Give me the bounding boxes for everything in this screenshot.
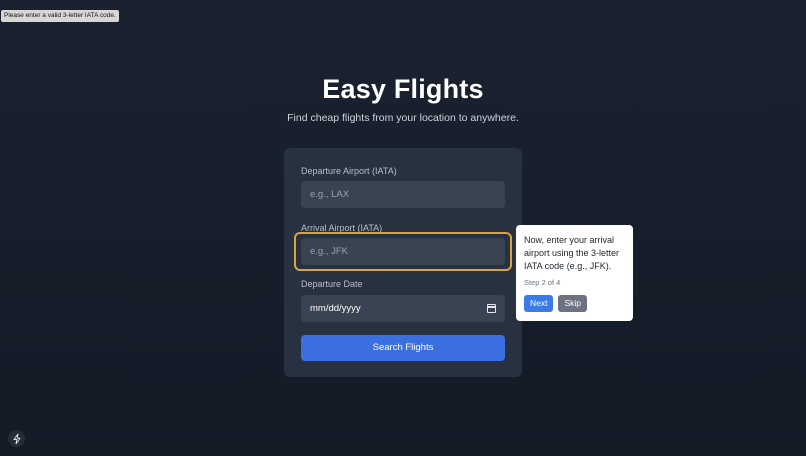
- departure-date-input[interactable]: mm/dd/yyyy: [301, 295, 505, 322]
- date-value: mm/dd/yyyy: [310, 303, 361, 314]
- tour-skip-button[interactable]: Skip: [558, 295, 588, 312]
- page-title: Easy Flights: [322, 74, 484, 104]
- bolt-icon: [13, 433, 20, 444]
- departure-airport-label: Departure Airport (IATA): [301, 166, 397, 176]
- tour-popover: Now, enter your arrival airport using th…: [516, 225, 633, 321]
- tour-next-button[interactable]: Next: [524, 295, 554, 312]
- tour-text: Now, enter your arrival airport using th…: [524, 235, 620, 271]
- bolt-button[interactable]: [8, 430, 25, 447]
- departure-date-label: Departure Date: [301, 279, 363, 289]
- departure-airport-input[interactable]: [301, 181, 505, 208]
- page-subtitle: Find cheap flights from your location to…: [287, 112, 519, 124]
- tour-buttons: Next Skip: [524, 295, 588, 312]
- tour-step-indicator: Step 2 of 4: [524, 278, 561, 287]
- tour-highlight-ring: [294, 232, 512, 271]
- search-flights-button[interactable]: Search Flights: [301, 335, 505, 361]
- validation-tooltip: Please enter a valid 3-letter IATA code.: [1, 10, 119, 22]
- calendar-icon[interactable]: [487, 304, 496, 313]
